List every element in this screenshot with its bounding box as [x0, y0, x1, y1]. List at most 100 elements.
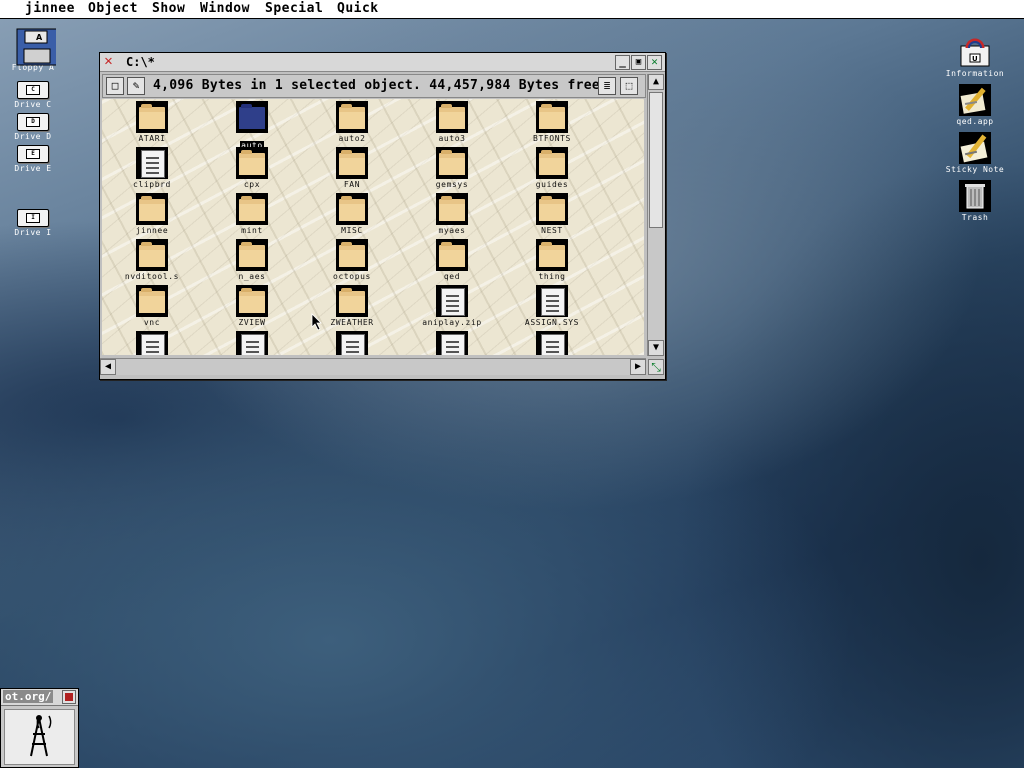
icon-view-icon[interactable]: ⬚ [620, 77, 638, 95]
file-grid: ATARI auto auto2 auto3 BTFONTS clipbrd cpx FAN g… [102, 99, 644, 355]
file-item[interactable]: mint [207, 193, 297, 235]
file-item[interactable]: NEST [507, 193, 597, 235]
file-item[interactable] [207, 331, 297, 355]
vertical-scroll-thumb[interactable] [649, 92, 663, 228]
desktop-icon-label: Drive E [14, 164, 52, 173]
desktop-icon-sticky-note[interactable]: Sticky Note [942, 132, 1008, 174]
desktop-icon-qed-app[interactable]: qed.app [942, 84, 1008, 126]
close-icon[interactable] [62, 690, 76, 704]
file-item[interactable]: clipbrd [107, 147, 197, 189]
folder-icon [436, 239, 468, 271]
svg-text:U: U [972, 55, 978, 63]
menu-quick[interactable]: Quick [337, 1, 379, 16]
select-all-icon[interactable]: □ [106, 77, 124, 95]
file-label: ATARI [138, 134, 166, 143]
document-icon [536, 331, 568, 355]
menu-jinnee[interactable]: jinnee [25, 1, 75, 16]
directory-window: ✕ C:\* _ ▣ ✕ □ ✎ 4,096 Bytes in 1 select… [99, 52, 666, 380]
fullscreen-icon[interactable]: ✕ [647, 55, 662, 70]
file-label: nvditool.s [124, 272, 180, 281]
desktop-icon-trash[interactable]: Trash [942, 180, 1008, 222]
file-item[interactable]: aniplay.zip [407, 285, 497, 327]
folder-icon [336, 193, 368, 225]
file-item[interactable]: ZVIEW [207, 285, 297, 327]
file-item[interactable] [307, 331, 397, 355]
hard-drive-icon: I [17, 209, 49, 227]
desktop-icon-drive-d[interactable]: D Drive D [0, 113, 66, 141]
file-item[interactable] [407, 331, 497, 355]
document-icon [136, 147, 168, 179]
desktop-icon-label: Trash [961, 213, 989, 222]
window-title-bar[interactable]: ✕ C:\* _ ▣ ✕ [100, 53, 665, 72]
file-label: NEST [541, 226, 563, 235]
file-item[interactable]: octopus [307, 239, 397, 281]
iconify-icon[interactable]: _ [615, 55, 630, 70]
qed-app-icon [959, 84, 991, 116]
sticky-note-icon [959, 132, 991, 164]
antenna-icon[interactable] [4, 709, 75, 765]
file-item[interactable]: myaes [407, 193, 497, 235]
menu-window[interactable]: Window [200, 1, 250, 16]
folder-icon [336, 285, 368, 317]
hard-drive-icon: E [17, 145, 49, 163]
file-item[interactable]: cpx [207, 147, 297, 189]
menu-object[interactable]: Object [88, 1, 138, 16]
desktop-icon-information[interactable]: U Information [942, 36, 1008, 78]
desktop-icon-drive-e[interactable]: E Drive E [0, 145, 66, 173]
desktop-icon-drive-i[interactable]: I Drive I [0, 209, 66, 237]
document-icon [436, 331, 468, 355]
file-item[interactable]: ATARI [107, 101, 197, 143]
folder-icon [536, 147, 568, 179]
url-window: ot.org/ [0, 688, 79, 768]
file-item[interactable]: FAN [307, 147, 397, 189]
file-item[interactable]: vnc [107, 285, 197, 327]
file-item[interactable] [107, 331, 197, 355]
folder-icon [536, 101, 568, 133]
file-item[interactable]: MISC [307, 193, 397, 235]
file-item[interactable]: thing [507, 239, 597, 281]
desktop-icon-floppy-a[interactable]: A Floppy A [0, 28, 66, 72]
file-label: myaes [438, 226, 466, 235]
file-item[interactable]: nvditool.s [107, 239, 197, 281]
file-item[interactable]: n_aes [207, 239, 297, 281]
desktop-icon-label: Sticky Note [945, 165, 1005, 174]
desktop-icon-label: Drive D [14, 132, 52, 141]
folder-icon [236, 285, 268, 317]
desktop-icon-label: Information [945, 69, 1005, 78]
folder-icon [436, 101, 468, 133]
backdrop-icon[interactable]: ▣ [631, 55, 646, 70]
scroll-down-icon[interactable]: ▼ [648, 340, 664, 356]
resize-icon[interactable]: ⤡ [648, 359, 664, 375]
file-item[interactable] [507, 331, 597, 355]
file-item[interactable]: auto [207, 101, 297, 152]
file-item[interactable]: auto2 [307, 101, 397, 143]
url-window-title-bar[interactable]: ot.org/ [1, 689, 78, 706]
folder-icon [236, 239, 268, 271]
scroll-up-icon[interactable]: ▲ [648, 74, 664, 90]
file-label: ZVIEW [238, 318, 266, 327]
close-icon[interactable]: ✕ [102, 54, 115, 68]
file-item[interactable]: guides [507, 147, 597, 189]
folder-icon [536, 193, 568, 225]
information-icon: U [959, 36, 991, 68]
svg-text:A: A [36, 33, 43, 42]
list-view-icon[interactable]: ≣ [598, 77, 616, 95]
file-item[interactable]: gemsys [407, 147, 497, 189]
scroll-right-icon[interactable]: ▶ [630, 359, 646, 375]
trash-icon [959, 180, 991, 212]
file-item[interactable]: qed [407, 239, 497, 281]
horizontal-scrollbar[interactable]: ◀ ▶ [100, 358, 646, 375]
file-item[interactable]: jinnee [107, 193, 197, 235]
hard-drive-icon: D [17, 113, 49, 131]
desktop-icon-drive-c[interactable]: C Drive C [0, 81, 66, 109]
file-item[interactable]: auto3 [407, 101, 497, 143]
document-icon [536, 285, 568, 317]
file-label: n_aes [238, 272, 266, 281]
pin-icon[interactable]: ✎ [127, 77, 145, 95]
scroll-left-icon[interactable]: ◀ [100, 359, 116, 375]
menu-special[interactable]: Special [265, 1, 323, 16]
file-item[interactable]: BTFONTS [507, 101, 597, 143]
vertical-scrollbar[interactable]: ▲ ▼ [647, 74, 664, 356]
menu-show[interactable]: Show [152, 1, 185, 16]
file-item[interactable]: ASSIGN.SYS [507, 285, 597, 327]
